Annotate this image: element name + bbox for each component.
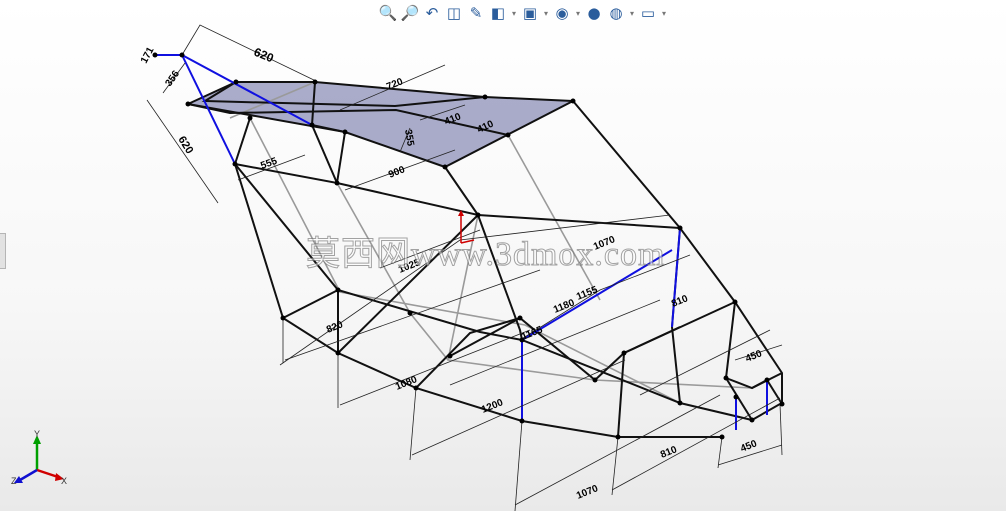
dim-label: 450 — [744, 348, 764, 365]
chevron-down-icon[interactable]: ▾ — [574, 9, 582, 18]
chevron-down-icon[interactable]: ▾ — [542, 9, 550, 18]
dim-label: 1200 — [480, 397, 505, 416]
heads-up-view-toolbar: 🔍 🔎 ↶ ◫ ✎ ◧ ▾ ▣ ▾ ◉ ▾ ● ◍ ▾ ▭ ▾ — [378, 2, 668, 24]
panel-collapse-tab[interactable] — [0, 233, 6, 269]
dim-label: 810 — [659, 444, 679, 461]
triad-y-label: Y — [34, 429, 40, 439]
dim-label: 1180 — [552, 297, 577, 315]
triad-x-label: X — [61, 476, 67, 486]
chevron-down-icon[interactable]: ▾ — [660, 9, 668, 18]
dim-label: 450 — [739, 438, 759, 455]
zoom-to-fit-icon[interactable]: 🔍 — [378, 3, 398, 23]
section-view-icon[interactable]: ◫ — [444, 3, 464, 23]
display-style-icon[interactable]: ▣ — [520, 3, 540, 23]
apply-scene-icon[interactable]: ◍ — [606, 3, 626, 23]
previous-view-icon[interactable]: ↶ — [422, 3, 442, 23]
zoom-to-area-icon[interactable]: 🔎 — [400, 3, 420, 23]
hide-show-items-icon[interactable]: ◉ — [552, 3, 572, 23]
chevron-down-icon[interactable]: ▾ — [510, 9, 518, 18]
chevron-down-icon[interactable]: ▾ — [628, 9, 636, 18]
dim-label: 1165 — [520, 324, 545, 342]
dim-label: 171 — [139, 45, 157, 65]
dim-label: 620 — [252, 45, 276, 66]
view-orientation-icon[interactable]: ◧ — [488, 3, 508, 23]
dim-label: 900 — [387, 164, 407, 181]
dim-label: 356 — [163, 68, 182, 88]
dim-label: 620 — [175, 134, 195, 156]
edit-appearance-icon[interactable]: ● — [584, 3, 604, 23]
triad-z-label: Z — [11, 476, 17, 486]
view-settings-icon[interactable]: ▭ — [638, 3, 658, 23]
dim-label: 810 — [670, 293, 690, 310]
roof-panel[interactable] — [186, 81, 575, 168]
dim-label: 1070 — [575, 483, 600, 502]
dynamic-annotation-icon[interactable]: ✎ — [466, 3, 486, 23]
view-triad[interactable]: Y X Z — [11, 429, 67, 486]
watermark: 莫西网www.3dmox.com — [305, 236, 666, 274]
